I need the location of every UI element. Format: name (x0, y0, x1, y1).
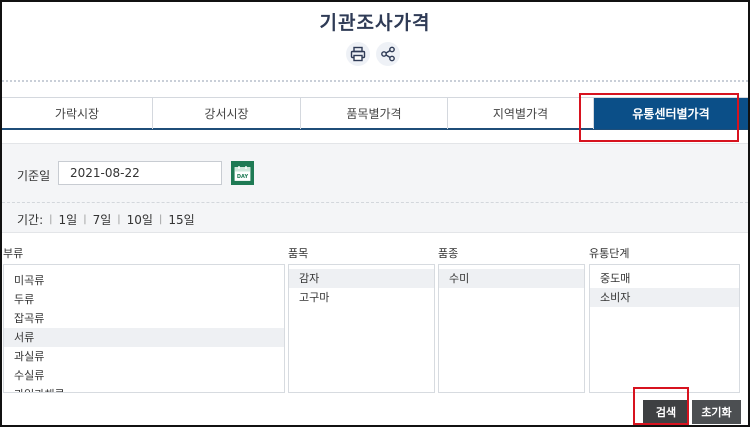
tab-price-by-item[interactable]: 품목별가격 (301, 98, 448, 129)
period-option-10d[interactable]: 10일 (127, 211, 153, 228)
variety-title: 품종 (438, 247, 459, 260)
category-item[interactable]: 과일과채류 (4, 385, 284, 392)
distribution-stage-title: 유통단계 (589, 247, 630, 260)
category-item[interactable]: 과실류 (4, 347, 284, 366)
distribution-stage-item[interactable]: 중도매 (590, 269, 739, 288)
period-separator: | (117, 214, 121, 225)
item-column: 품목 감자 고구마 (288, 245, 435, 393)
base-date-input[interactable] (58, 161, 222, 185)
distribution-stage-item-selected[interactable]: 소비자 (590, 288, 739, 307)
period-separator: | (158, 214, 163, 225)
calendar-day-text: DAY (237, 174, 249, 180)
variety-list[interactable]: 수미 (438, 264, 585, 393)
variety-item-selected[interactable]: 수미 (439, 269, 584, 288)
period-option-7d[interactable]: 7일 (93, 211, 112, 228)
page-title: 기관조사가격 (319, 12, 431, 34)
distribution-stage-list[interactable]: 중도매 소비자 (589, 264, 740, 393)
print-icon[interactable] (346, 42, 370, 66)
variety-column: 품종 수미 (438, 245, 585, 393)
category-item-selected[interactable]: 서류 (4, 328, 284, 347)
tab-garak-market[interactable]: 가락시장 (2, 98, 153, 129)
period-option-15d[interactable]: 15일 (168, 211, 194, 228)
filter-area: 기준일 DAY 기간: | 1일 | 7일 | 10일 | 15일 (2, 143, 748, 233)
filter-divider (2, 202, 748, 203)
reset-button[interactable]: 초기화 (692, 400, 741, 424)
period-selector: 기간: | 1일 | 7일 | 10일 | 15일 (17, 211, 195, 228)
section-divider (2, 80, 748, 82)
item-list[interactable]: 감자 고구마 (288, 264, 435, 393)
title-actions (346, 42, 400, 66)
category-item[interactable]: 수실류 (4, 366, 284, 385)
category-column: 부류 미곡류 두류 잡곡류 서류 과실류 수실류 과일과채류 (3, 245, 285, 393)
base-date-label: 기준일 (17, 169, 51, 183)
period-separator: | (49, 214, 53, 225)
calendar-icon[interactable]: DAY (231, 161, 254, 185)
category-item[interactable]: 잡곡류 (4, 309, 284, 328)
period-separator: | (83, 214, 87, 225)
share-icon[interactable] (376, 42, 400, 66)
period-option-1d[interactable]: 1일 (59, 211, 78, 228)
period-label: 기간: (17, 213, 44, 227)
category-item[interactable]: 두류 (4, 290, 284, 309)
page-frame: 기관조사가격 가락시장 강서시장 품목별가격 지역별가격 유통센터별가격 기준일… (0, 0, 750, 427)
tab-gangseo-market[interactable]: 강서시장 (153, 98, 301, 129)
item-title: 품목 (288, 247, 309, 260)
market-tabs: 가락시장 강서시장 품목별가격 지역별가격 유통센터별가격 (2, 97, 748, 130)
distribution-stage-column: 유통단계 중도매 소비자 (589, 245, 740, 393)
tab-price-by-region[interactable]: 지역별가격 (448, 98, 594, 129)
category-title: 부류 (3, 247, 24, 260)
tab-price-by-distribution-center[interactable]: 유통센터별가격 (594, 98, 748, 129)
search-button[interactable]: 검색 (643, 400, 689, 424)
category-item[interactable]: 미곡류 (4, 271, 284, 290)
item-item[interactable]: 고구마 (289, 288, 434, 307)
category-list[interactable]: 미곡류 두류 잡곡류 서류 과실류 수실류 과일과채류 (3, 264, 285, 393)
item-item-selected[interactable]: 감자 (289, 269, 434, 288)
